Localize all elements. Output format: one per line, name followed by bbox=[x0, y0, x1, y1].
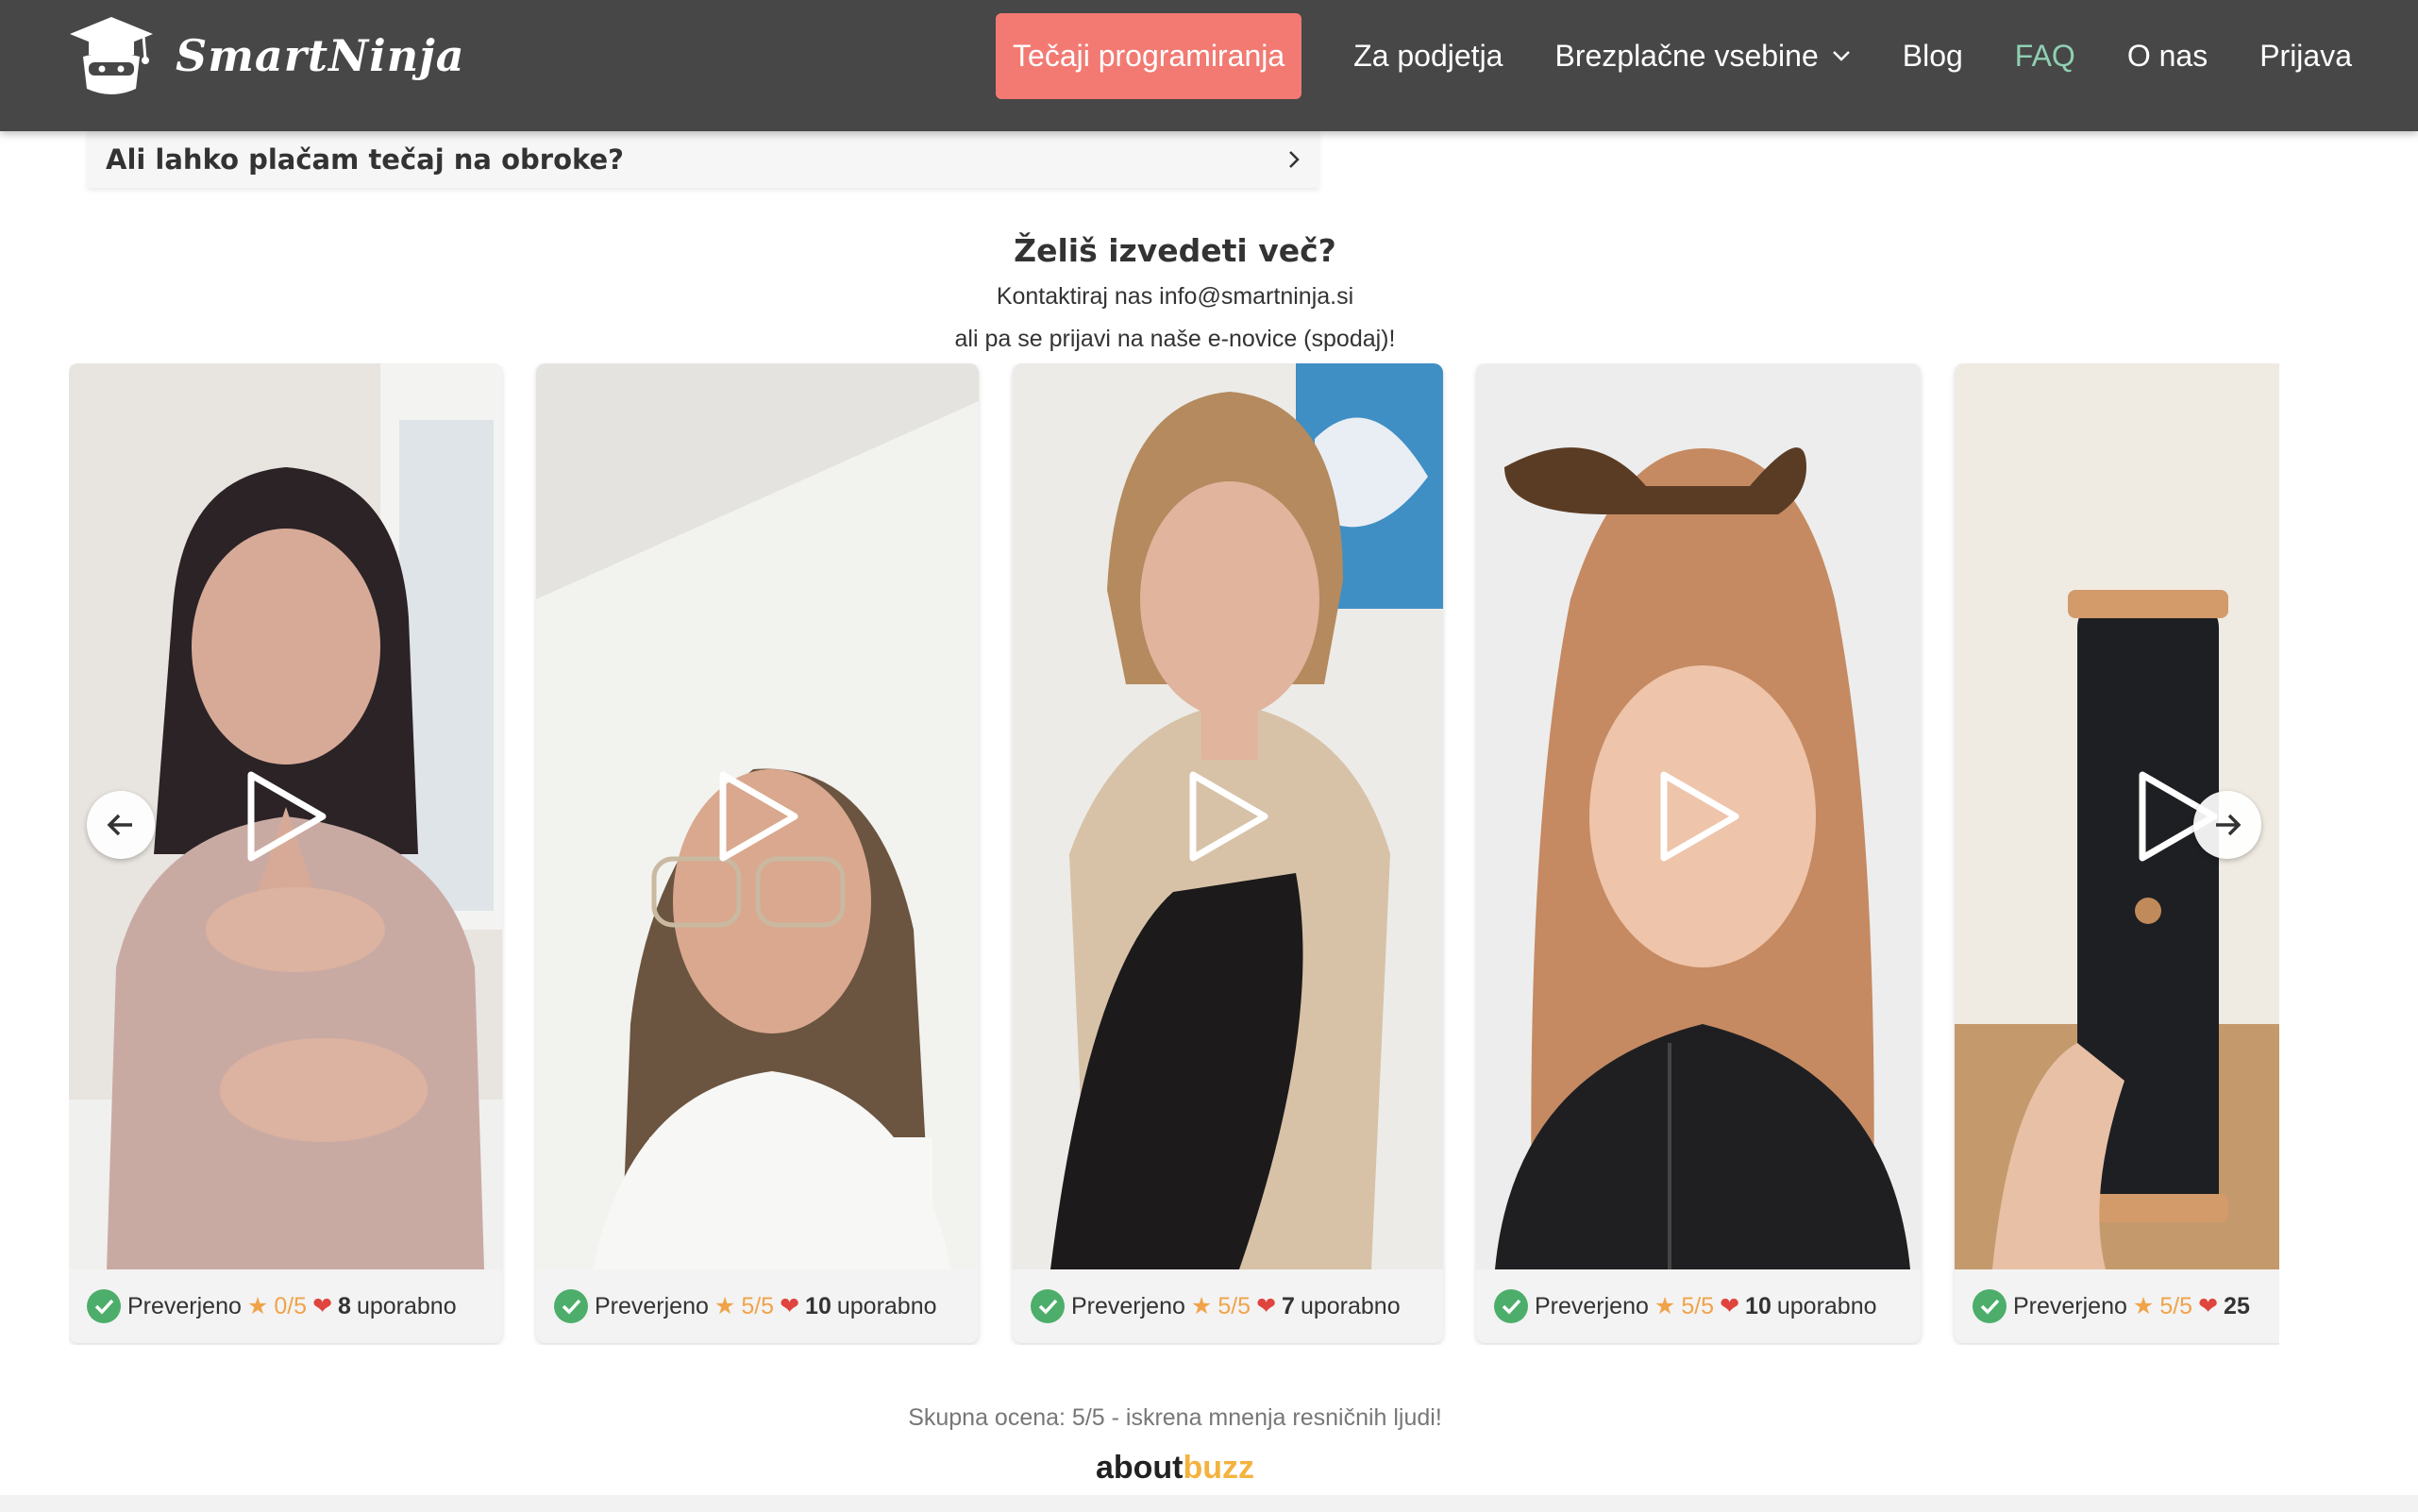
bottom-strip bbox=[0, 1495, 2418, 1512]
carousel-next-button[interactable] bbox=[2193, 791, 2261, 859]
chevron-right-icon bbox=[1289, 151, 1300, 168]
review-card[interactable]: Preverjeno ★ 5/5 ❤ 10 uporabno bbox=[536, 363, 979, 1343]
heart-icon: ❤ bbox=[1256, 1293, 1277, 1319]
useful-count: 10 bbox=[1745, 1292, 1772, 1319]
star-icon: ★ bbox=[2132, 1293, 2155, 1319]
arrow-left-icon bbox=[107, 814, 132, 836]
star-icon: ★ bbox=[714, 1293, 736, 1319]
nav-item-blog[interactable]: Blog bbox=[1903, 39, 1963, 74]
nav-item-free-content-label: Brezplačne vsebine bbox=[1554, 38, 1819, 73]
main-nav: Tečaji programiranja Za podjetja Brezpla… bbox=[996, 12, 2352, 99]
useful-label: uporabno bbox=[1300, 1292, 1401, 1319]
video-thumbnail[interactable] bbox=[1476, 363, 1921, 1269]
verified-check-icon bbox=[1494, 1289, 1528, 1323]
video-thumbnail[interactable] bbox=[536, 363, 979, 1269]
star-icon: ★ bbox=[246, 1293, 269, 1319]
video-thumbnail[interactable] bbox=[1013, 363, 1443, 1269]
faq-question: Ali lahko plačam tečaj na obroke? bbox=[106, 143, 624, 176]
rating-value: 5/5 bbox=[741, 1292, 775, 1319]
logo-text: SmartNinja bbox=[176, 30, 465, 81]
verified-check-icon bbox=[554, 1289, 588, 1323]
faq-item[interactable]: Ali lahko plačam tečaj na obroke? bbox=[87, 131, 1319, 188]
ninja-logo-icon bbox=[70, 17, 153, 94]
play-icon bbox=[1189, 771, 1268, 862]
contact-newsletter-line: ali pa se prijavi na naše e-novice (spod… bbox=[954, 326, 1396, 352]
review-info: Preverjeno ★ 5/5 ❤ 10 uporabno bbox=[1476, 1269, 1921, 1343]
nav-item-faq-label: FAQ bbox=[2014, 38, 2075, 73]
nav-item-blog-label: Blog bbox=[1902, 38, 1963, 73]
carousel-prev-button[interactable] bbox=[87, 791, 155, 859]
heart-icon: ❤ bbox=[312, 1293, 333, 1319]
arrow-right-icon bbox=[2216, 814, 2242, 836]
nav-courses-button[interactable]: Tečaji programiranja bbox=[996, 12, 1302, 99]
review-card[interactable]: Preverjeno ★ 5/5 ❤ 10 uporabno bbox=[1476, 363, 1921, 1343]
verified-check-icon bbox=[1973, 1289, 2007, 1323]
verified-label: Preverjeno bbox=[2013, 1292, 2127, 1319]
review-info: Preverjeno ★ 5/5 ❤ 7 uporabno bbox=[1013, 1269, 1443, 1343]
smartninja-logo[interactable]: SmartNinja bbox=[68, 13, 465, 98]
nav-item-free-content[interactable]: Brezplačne vsebine bbox=[1554, 39, 1850, 74]
useful-label: uporabno bbox=[836, 1292, 937, 1319]
useful-count: 10 bbox=[805, 1292, 831, 1319]
useful-label: uporabno bbox=[356, 1292, 457, 1319]
contact-email-line: Kontaktiraj nas info@smartninja.si bbox=[996, 283, 1354, 310]
rating-value: 0/5 bbox=[274, 1292, 308, 1319]
verified-label: Preverjeno bbox=[1071, 1292, 1185, 1319]
star-icon: ★ bbox=[1654, 1293, 1676, 1319]
star-icon: ★ bbox=[1190, 1293, 1213, 1319]
rating-value: 5/5 bbox=[1681, 1292, 1715, 1319]
overall-rating-text: Skupna ocena: 5/5 - iskrena mnenja resni… bbox=[908, 1404, 1442, 1431]
review-info: Preverjeno ★ 5/5 ❤ 10 uporabno bbox=[536, 1269, 979, 1343]
useful-label: uporabno bbox=[1776, 1292, 1877, 1319]
contact-title: Želiš izvedeti več? bbox=[1014, 232, 1336, 269]
review-card[interactable]: Preverjeno ★ 5/5 ❤ 7 uporabno bbox=[1013, 363, 1443, 1343]
rating-value: 5/5 bbox=[2159, 1292, 2193, 1319]
play-icon bbox=[719, 771, 798, 862]
play-icon bbox=[247, 771, 326, 862]
nav-item-business-label: Za podjetja bbox=[1353, 38, 1503, 73]
heart-icon: ❤ bbox=[2198, 1293, 2219, 1319]
chevron-down-icon bbox=[1832, 51, 1850, 61]
video-review-carousel: Preverjeno ★ 0/5 ❤ 8 uporabno Preverjeno… bbox=[69, 363, 2279, 1345]
useful-count: 8 bbox=[338, 1292, 351, 1319]
verified-label: Preverjeno bbox=[1535, 1292, 1649, 1319]
verified-label: Preverjeno bbox=[127, 1292, 242, 1319]
nav-item-faq[interactable]: FAQ bbox=[2015, 39, 2075, 74]
heart-icon: ❤ bbox=[1720, 1293, 1740, 1319]
verified-label: Preverjeno bbox=[595, 1292, 709, 1319]
brand-part-a: about bbox=[1095, 1450, 1184, 1486]
verified-check-icon bbox=[1031, 1289, 1065, 1323]
nav-item-about-label: O nas bbox=[2126, 38, 2208, 73]
nav-item-about[interactable]: O nas bbox=[2127, 39, 2208, 74]
heart-icon: ❤ bbox=[780, 1293, 800, 1319]
site-header: SmartNinja Tečaji programiranja Za podje… bbox=[0, 0, 2418, 131]
play-icon bbox=[1660, 771, 1738, 862]
review-info: Preverjeno ★ 5/5 ❤ 25 bbox=[1955, 1269, 2279, 1343]
nav-item-login[interactable]: Prijava bbox=[2259, 39, 2352, 74]
useful-count: 7 bbox=[1282, 1292, 1295, 1319]
verified-check-icon bbox=[87, 1289, 121, 1323]
brand-part-b: buzz bbox=[1183, 1450, 1255, 1486]
aboutbuzz-logo[interactable]: aboutbuzz bbox=[0, 1450, 2350, 1487]
nav-item-login-label: Prijava bbox=[2259, 38, 2352, 73]
nav-item-business[interactable]: Za podjetja bbox=[1353, 39, 1503, 74]
review-info: Preverjeno ★ 0/5 ❤ 8 uporabno bbox=[69, 1269, 502, 1343]
rating-value: 5/5 bbox=[1217, 1292, 1251, 1319]
useful-count: 25 bbox=[2224, 1292, 2250, 1319]
